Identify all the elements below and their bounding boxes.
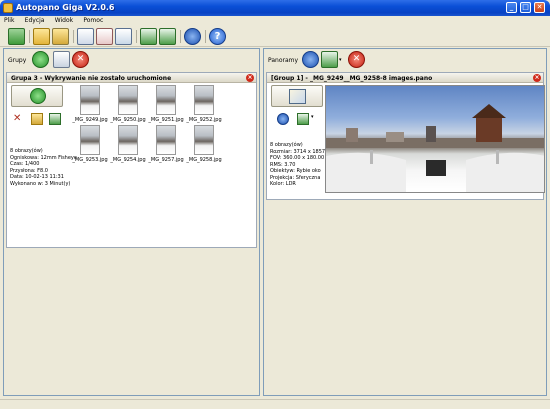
toolbar-separator: [73, 30, 74, 43]
group-icon-1[interactable]: [77, 28, 94, 45]
edit-icon: [289, 89, 306, 104]
groups-panel: Grupy ✕ Grupa 3 - Wykrywanie nie zostało…: [3, 48, 260, 396]
title-bar: Autopano Giga V2.0.6 _ □ ✕: [0, 0, 550, 16]
thumbnail-caption: _MG_9251.jpg: [148, 117, 184, 123]
play-icon: [30, 88, 46, 104]
toolbar-separator: [29, 30, 30, 43]
dropdown-arrow-icon[interactable]: ▾: [311, 114, 314, 120]
info-fov: FOV: 360.00 x 180.00: [270, 155, 325, 161]
panorama-card: [Group 1] - _MG_9249__MG_9258-8 images.p…: [266, 72, 545, 200]
thumbnail-image: [156, 125, 176, 155]
thumbnail-image: [194, 125, 214, 155]
export-small-icon[interactable]: [297, 113, 309, 125]
thumbnail[interactable]: _MG_9257.jpg: [147, 125, 185, 163]
info-lens: Obiektyw: Rybie oko: [270, 168, 321, 174]
thumbnail-image: [194, 85, 214, 115]
thumbnail[interactable]: _MG_9250.jpg: [109, 85, 147, 123]
thumbnail-grid: _MG_9249.jpg _MG_9250.jpg _MG_9251.jpg _…: [71, 85, 223, 185]
group-card: Grupa 3 - Wykrywanie nie zostało uruchom…: [6, 72, 257, 248]
group-close-icon[interactable]: ×: [246, 74, 254, 82]
export-icon[interactable]: [159, 28, 176, 45]
run-detection-icon[interactable]: [32, 51, 49, 68]
menu-file[interactable]: Plik: [0, 16, 18, 25]
add-group-icon[interactable]: [53, 51, 70, 68]
folder-icon[interactable]: [31, 113, 43, 125]
start-detection-button[interactable]: [11, 85, 63, 107]
status-bar: [0, 399, 550, 409]
main-toolbar: ?: [0, 27, 550, 47]
group-icon-3[interactable]: [115, 28, 132, 45]
search-folder-icon[interactable]: [52, 28, 69, 45]
panorama-close-icon[interactable]: ×: [533, 74, 541, 82]
panoramas-label: Panoramy: [268, 57, 299, 64]
render-small-icon[interactable]: [277, 113, 289, 125]
remove-pano-icon[interactable]: ✕: [348, 51, 365, 68]
open-folder-icon[interactable]: [33, 28, 50, 45]
thumbnail-image: [156, 85, 176, 115]
thumbnail[interactable]: _MG_9251.jpg: [147, 85, 185, 123]
groups-toolbar: Grupy ✕: [4, 49, 259, 71]
info-color: Kolor: LDR: [270, 181, 296, 187]
info-duration: Wykonano w: 3 Minut(y): [10, 180, 71, 187]
groups-label: Grupy: [8, 57, 27, 64]
thumbnail[interactable]: _MG_9252.jpg: [185, 85, 223, 123]
panorama-info: 8 obrazy(ów) Rozmiar: 3714 x 1857 FOV: 3…: [270, 142, 325, 188]
menu-help[interactable]: Pomoc: [79, 16, 107, 25]
dropdown-arrow-icon[interactable]: ▾: [339, 57, 342, 63]
group-header: Grupa 3 - Wykrywanie nie zostało uruchom…: [7, 73, 256, 83]
maximize-button[interactable]: □: [520, 2, 531, 13]
close-button[interactable]: ✕: [534, 2, 545, 13]
add-images-icon[interactable]: [49, 113, 61, 125]
tools-icon[interactable]: ✕: [13, 113, 25, 125]
import-icon[interactable]: [140, 28, 157, 45]
new-project-icon[interactable]: [8, 28, 25, 45]
minimize-button[interactable]: _: [506, 2, 517, 13]
toolbar-separator: [205, 30, 206, 43]
panorama-scene: [326, 104, 544, 192]
thumbnail-caption: _MG_9258.jpg: [186, 157, 222, 163]
app-icon: [3, 3, 13, 13]
remove-group-icon[interactable]: ✕: [72, 51, 89, 68]
thumbnail[interactable]: _MG_9249.jpg: [71, 85, 109, 123]
thumbnail-caption: _MG_9249.jpg: [72, 117, 108, 123]
thumbnail-image: [80, 125, 100, 155]
settings-icon[interactable]: [184, 28, 201, 45]
panorama-preview[interactable]: [325, 85, 545, 193]
window-title: Autopano Giga V2.0.6: [16, 3, 115, 12]
panorama-title: [Group 1] - _MG_9249__MG_9258-8 images.p…: [271, 75, 433, 82]
group-icon-2[interactable]: [96, 28, 113, 45]
toolbar-separator: [180, 30, 181, 43]
edit-panorama-button[interactable]: [271, 85, 323, 107]
thumbnail-image: [118, 85, 138, 115]
menu-bar: Plik Edycja Widok Pomoc: [0, 16, 550, 27]
menu-edit[interactable]: Edycja: [21, 16, 49, 25]
thumbnail[interactable]: _MG_9254.jpg: [109, 125, 147, 163]
export-pano-icon[interactable]: [321, 51, 338, 68]
panoramas-toolbar: Panoramy ▾ ✕: [264, 49, 546, 71]
group-info: 8 obrazy(ów) Ogniskowa: 12mm Fisheye Cza…: [10, 148, 77, 187]
panoramas-panel: Panoramy ▾ ✕ [Group 1] - _MG_9249__MG_92…: [263, 48, 547, 396]
menu-view[interactable]: Widok: [51, 16, 77, 25]
thumbnail-caption: _MG_9257.jpg: [148, 157, 184, 163]
thumbnail-caption: _MG_9250.jpg: [110, 117, 146, 123]
thumbnail-image: [80, 85, 100, 115]
panorama-header: [Group 1] - _MG_9249__MG_9258-8 images.p…: [267, 73, 543, 83]
thumbnail-image: [118, 125, 138, 155]
toolbar-separator: [136, 30, 137, 43]
help-icon[interactable]: ?: [209, 28, 226, 45]
render-icon[interactable]: [302, 51, 319, 68]
thumbnail-caption: _MG_9254.jpg: [110, 157, 146, 163]
thumbnail-caption: _MG_9252.jpg: [186, 117, 222, 123]
group-title: Grupa 3 - Wykrywanie nie zostało uruchom…: [11, 75, 172, 82]
thumbnail[interactable]: _MG_9258.jpg: [185, 125, 223, 163]
